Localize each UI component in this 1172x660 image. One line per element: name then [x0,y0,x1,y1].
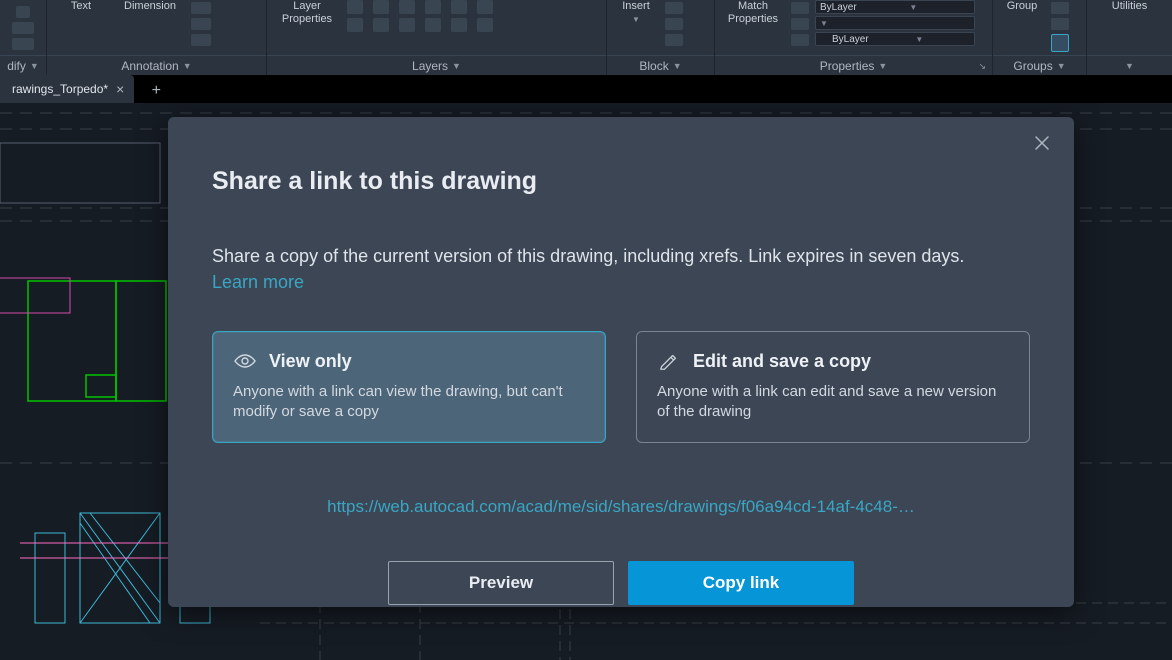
group-button[interactable]: Group [999,0,1045,13]
option-view-desc: Anyone with a link can view the drawing,… [233,382,585,422]
text-label: Text [71,0,91,13]
dialog-button-row: Preview Copy link [212,561,1030,605]
document-tab-active[interactable]: rawings_Torpedo* × [0,75,134,103]
layer-tool-icon[interactable] [373,18,389,32]
prop-icon[interactable] [791,18,809,30]
learn-more-link[interactable]: Learn more [212,272,304,293]
group-select-icon[interactable] [1051,34,1069,52]
layer-tool-icon[interactable] [347,18,363,32]
panel-title-groups[interactable]: Groups▼ [993,55,1086,75]
layer-properties-label: Layer Properties [282,0,332,26]
panel-title-modify[interactable]: dify▼ [0,55,46,75]
share-link-dialog: Share a link to this drawing Share a cop… [168,117,1074,607]
layer-tool-icon[interactable] [425,18,441,32]
panel-title-block[interactable]: Block▼ [607,55,714,75]
dimension-label: Dimension [124,0,176,13]
ribbon-panel-block: Insert ▼ Block▼ [606,0,714,75]
share-options: View only Anyone with a link can view th… [212,331,1030,443]
copy-link-button[interactable]: Copy link [628,561,854,605]
panel-title-properties[interactable]: Properties▼ ↘ [715,55,992,75]
linetype-combo[interactable]: ByLayer▼ [815,32,975,46]
preview-button[interactable]: Preview [388,561,614,605]
dialog-title: Share a link to this drawing [212,167,1030,196]
block-icon[interactable] [665,18,683,30]
dialog-description: Share a copy of the current version of t… [212,244,1030,268]
modify-icon[interactable] [12,22,34,34]
group-icon[interactable] [1051,18,1069,30]
document-tabstrip: rawings_Torpedo* × + [0,75,1172,103]
match-properties-button[interactable]: Match Properties [721,0,785,26]
close-dialog-button[interactable] [1030,131,1054,155]
annotation-icon[interactable] [191,18,211,30]
insert-label: Insert [622,0,650,13]
modify-icon[interactable] [16,6,30,18]
layer-tool-icon[interactable] [425,0,441,14]
tab-label: rawings_Torpedo* [12,82,108,96]
properties-stack: ByLayer▼ ▼ ByLayer▼ [815,0,975,46]
color-combo[interactable]: ByLayer▼ [815,0,975,14]
option-view-title: View only [269,351,352,372]
panel-title-annotation[interactable]: Annotation▼ [47,55,266,75]
layer-tool-icon[interactable] [373,0,389,14]
pencil-icon [657,350,681,372]
new-tab-button[interactable]: + [142,79,170,103]
panel-title-layers[interactable]: Layers▼ [267,55,606,75]
ribbon-panel-utilities: Utilities ▼ [1086,0,1172,75]
match-properties-label: Match Properties [728,0,778,26]
option-edit-desc: Anyone with a link can edit and save a n… [657,382,1009,422]
layer-tool-icon[interactable] [477,18,493,32]
block-icon[interactable] [665,34,683,46]
layer-tool-icon[interactable] [477,0,493,14]
annotation-icon[interactable] [191,34,211,46]
share-url-text[interactable]: https://web.autocad.com/acad/me/sid/shar… [212,497,1030,517]
modify-icon[interactable] [12,38,34,50]
insert-button[interactable]: Insert ▼ [613,0,659,26]
layer-tool-icon[interactable] [451,0,467,14]
share-option-view-only[interactable]: View only Anyone with a link can view th… [212,331,606,443]
option-edit-title: Edit and save a copy [693,351,871,372]
utilities-label: Utilities [1112,0,1147,13]
layer-tool-icon[interactable] [399,0,415,14]
annotation-icon[interactable] [191,2,211,14]
panel-title-utilities[interactable]: ▼ [1087,55,1172,75]
ribbon-panel-groups: Group Groups▼ [992,0,1086,75]
lineweight-combo[interactable]: ▼ [815,16,975,30]
prop-icon[interactable] [791,34,809,46]
ribbon-toolbar: dify▼ Text Dimension Annotation▼ Layer P… [0,0,1172,75]
close-tab-icon[interactable]: × [116,81,124,97]
ribbon-panel-annotation: Text Dimension Annotation▼ [46,0,266,75]
close-icon [1034,135,1050,151]
group-label: Group [1007,0,1038,13]
layer-tools-grid [347,0,497,34]
prop-icon[interactable] [791,2,809,14]
layer-tool-icon[interactable] [347,0,363,14]
eye-icon [233,350,257,372]
ribbon-panel-layers: Layer Properties Layers▼ [266,0,606,75]
layer-tool-icon[interactable] [399,18,415,32]
text-button[interactable]: Text [53,0,109,13]
dimension-button[interactable]: Dimension [115,0,185,13]
share-option-edit-copy[interactable]: Edit and save a copy Anyone with a link … [636,331,1030,443]
layer-properties-button[interactable]: Layer Properties [273,0,341,26]
block-icon[interactable] [665,2,683,14]
utilities-button[interactable]: Utilities [1104,0,1156,13]
group-icon[interactable] [1051,2,1069,14]
ribbon-panel-modify: dify▼ [0,0,46,75]
layer-tool-icon[interactable] [451,18,467,32]
ribbon-panel-properties: Match Properties ByLayer▼ ▼ ByLayer▼ Pro… [714,0,992,75]
